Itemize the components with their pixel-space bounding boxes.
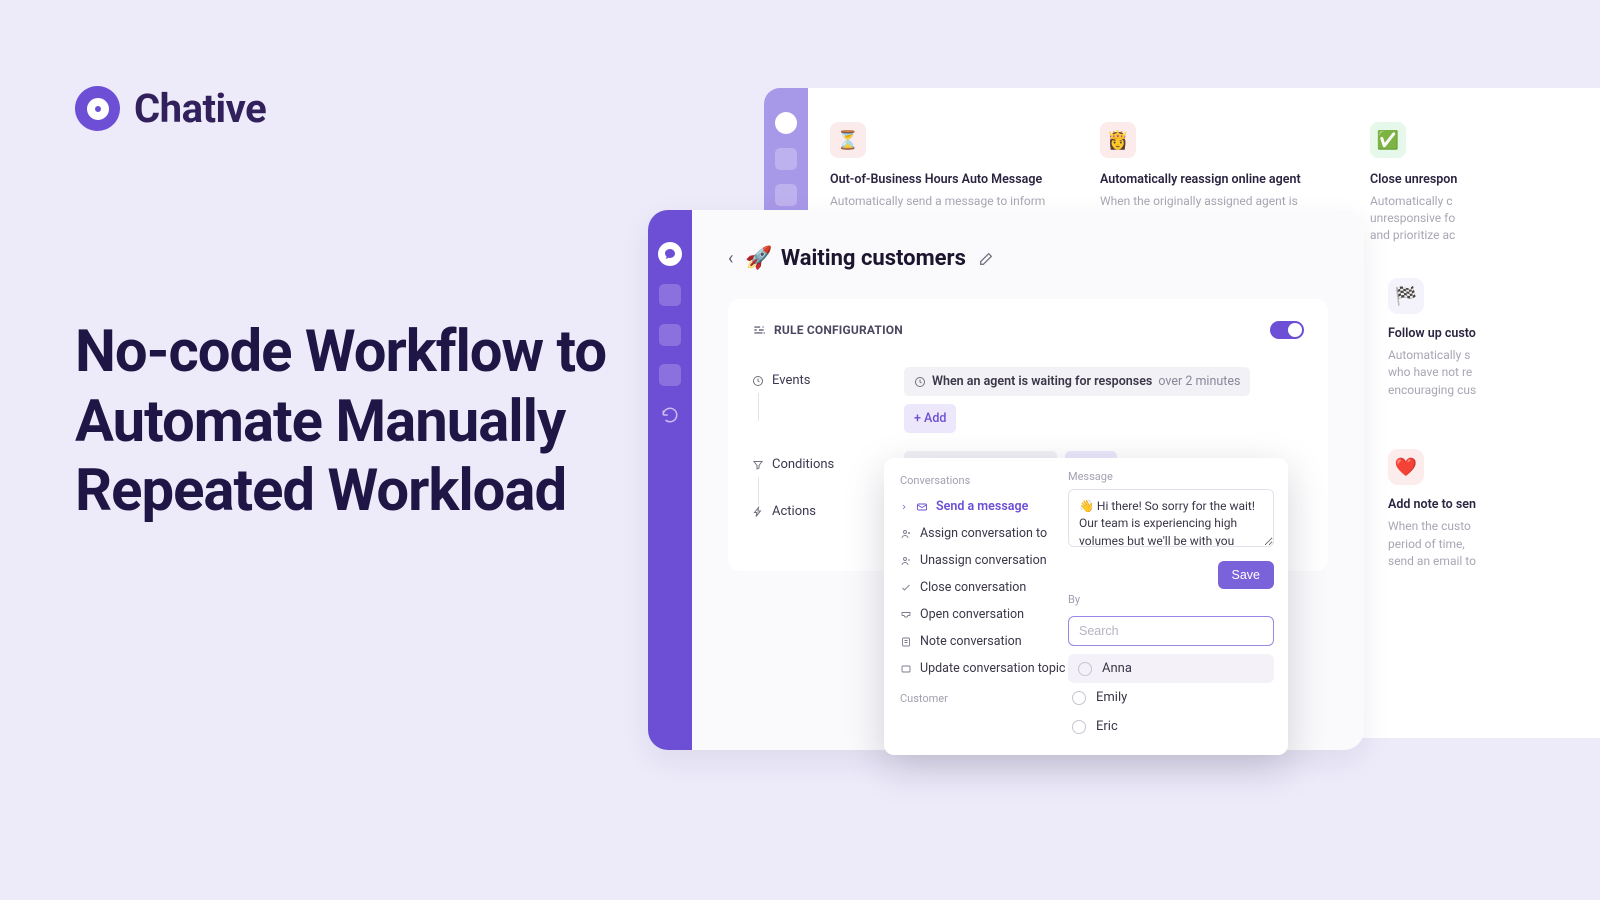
action-item-label: Note conversation	[920, 634, 1022, 649]
card-desc: Automatically s who have not re encourag…	[1388, 347, 1600, 399]
radio-icon	[1072, 720, 1086, 734]
action-item-label: Close conversation	[920, 580, 1026, 595]
action-item-label: Send a message	[936, 499, 1028, 514]
by-option-label: Emily	[1096, 690, 1127, 705]
menu-section-customer: Customer	[884, 688, 1060, 711]
by-option[interactable]: Eric	[1068, 712, 1274, 741]
radio-icon	[1078, 662, 1092, 676]
radio-icon	[1072, 691, 1086, 705]
action-item-label: Unassign conversation	[920, 553, 1047, 568]
action-config-panel: Message Save By Anna Emily Eric	[1060, 458, 1288, 755]
action-item-close[interactable]: Close conversation	[884, 574, 1060, 601]
brand-name: Chative	[134, 85, 266, 132]
template-card: ❤️ Add note to sen When the custo period…	[1388, 449, 1600, 570]
event-chip[interactable]: When an agent is waiting for responses o…	[904, 367, 1250, 396]
sidebar-item	[775, 184, 797, 206]
workflow-title-text: Waiting customers	[781, 246, 966, 271]
user-minus-icon	[900, 555, 912, 567]
heart-icon: ❤️	[1388, 449, 1424, 485]
mail-icon	[916, 501, 928, 513]
bolt-icon	[752, 506, 764, 518]
chat-bubble-icon[interactable]	[658, 242, 682, 266]
edit-icon[interactable]	[978, 251, 994, 267]
action-item-open[interactable]: Open conversation	[884, 601, 1060, 628]
clock-icon	[914, 376, 926, 388]
card-title: Close unrespon	[1370, 172, 1600, 187]
check-icon	[900, 582, 912, 594]
tag-icon	[900, 663, 912, 675]
user-plus-icon	[900, 528, 912, 540]
funnel-icon	[752, 459, 764, 471]
menu-section-conversations: Conversations	[884, 470, 1060, 493]
message-textarea[interactable]	[1068, 489, 1274, 547]
workflow-title: 🚀 Waiting customers	[745, 246, 966, 271]
card-title: Out-of-Business Hours Auto Message	[830, 172, 1084, 187]
event-chip-bold: When an agent is waiting for responses	[932, 374, 1152, 389]
events-label: Events	[772, 373, 810, 388]
event-chip-muted: over 2 minutes	[1158, 374, 1240, 389]
editor-header: ‹ 🚀 Waiting customers	[728, 246, 1328, 271]
hourglass-icon: ⏳	[830, 122, 866, 158]
card-title: Add note to sen	[1388, 497, 1600, 512]
rule-config-heading-text: RULE CONFIGURATION	[774, 323, 903, 337]
brand-logo: Chative	[75, 85, 266, 132]
flag-icon: 🏁	[1388, 278, 1424, 314]
save-button[interactable]: Save	[1218, 561, 1275, 589]
action-item-unassign[interactable]: Unassign conversation	[884, 547, 1060, 574]
chevron-right-icon	[900, 503, 908, 511]
card-title: Follow up custo	[1388, 326, 1600, 341]
by-label: By	[1068, 593, 1274, 606]
sliders-icon	[752, 323, 766, 337]
action-picker-menu: Conversations Send a message Assign conv…	[884, 458, 1060, 755]
by-option[interactable]: Anna	[1068, 654, 1274, 683]
action-picker-popover: Conversations Send a message Assign conv…	[884, 458, 1288, 755]
by-search-input[interactable]	[1068, 616, 1274, 646]
by-option-label: Eric	[1096, 719, 1118, 734]
person-icon: 👸	[1100, 122, 1136, 158]
sidebar-item	[775, 148, 797, 170]
editor-sidebar	[648, 210, 692, 750]
action-item-label: Open conversation	[920, 607, 1024, 622]
by-option[interactable]: Emily	[1068, 683, 1274, 712]
by-option-label: Anna	[1102, 661, 1132, 676]
rule-config-heading: RULE CONFIGURATION	[752, 323, 903, 337]
clock-icon	[752, 375, 764, 387]
action-item-note[interactable]: Note conversation	[884, 628, 1060, 655]
action-item-send-message[interactable]: Send a message	[884, 493, 1060, 520]
card-desc: When the custo period of time, send an e…	[1388, 518, 1600, 570]
action-item-label: Update conversation topic	[920, 661, 1065, 676]
message-label: Message	[1068, 470, 1274, 483]
back-button[interactable]: ‹	[728, 248, 733, 269]
sidebar-item[interactable]	[659, 364, 681, 386]
template-card: 🏁 Follow up custo Automatically s who ha…	[1388, 278, 1600, 399]
card-title: Automatically reassign online agent	[1100, 172, 1354, 187]
conditions-label: Conditions	[772, 457, 834, 472]
note-icon	[900, 636, 912, 648]
action-item-update-topic[interactable]: Update conversation topic	[884, 655, 1060, 682]
rule-enabled-toggle[interactable]	[1270, 321, 1304, 339]
sidebar-item[interactable]	[659, 324, 681, 346]
card-desc: Automatically c unresponsive fo and prio…	[1370, 193, 1600, 243]
events-row: Events When an agent is waiting for resp…	[752, 367, 1304, 433]
add-event-button[interactable]: + Add	[904, 404, 956, 433]
checkmark-icon: ✅	[1370, 122, 1406, 158]
sidebar-item[interactable]	[659, 284, 681, 306]
chat-bubble-icon	[775, 112, 797, 134]
action-item-label: Assign conversation to	[920, 526, 1047, 541]
rocket-icon: 🚀	[745, 246, 772, 271]
logo-mark-icon	[75, 86, 120, 131]
inbox-icon	[900, 609, 912, 621]
background-side-cards: 🏁 Follow up custo Automatically s who ha…	[1388, 278, 1600, 620]
actions-label: Actions	[772, 504, 816, 519]
action-item-assign[interactable]: Assign conversation to	[884, 520, 1060, 547]
refresh-icon[interactable]	[659, 404, 681, 426]
page-headline: No-code Workflow to Automate Manually Re…	[75, 318, 655, 527]
